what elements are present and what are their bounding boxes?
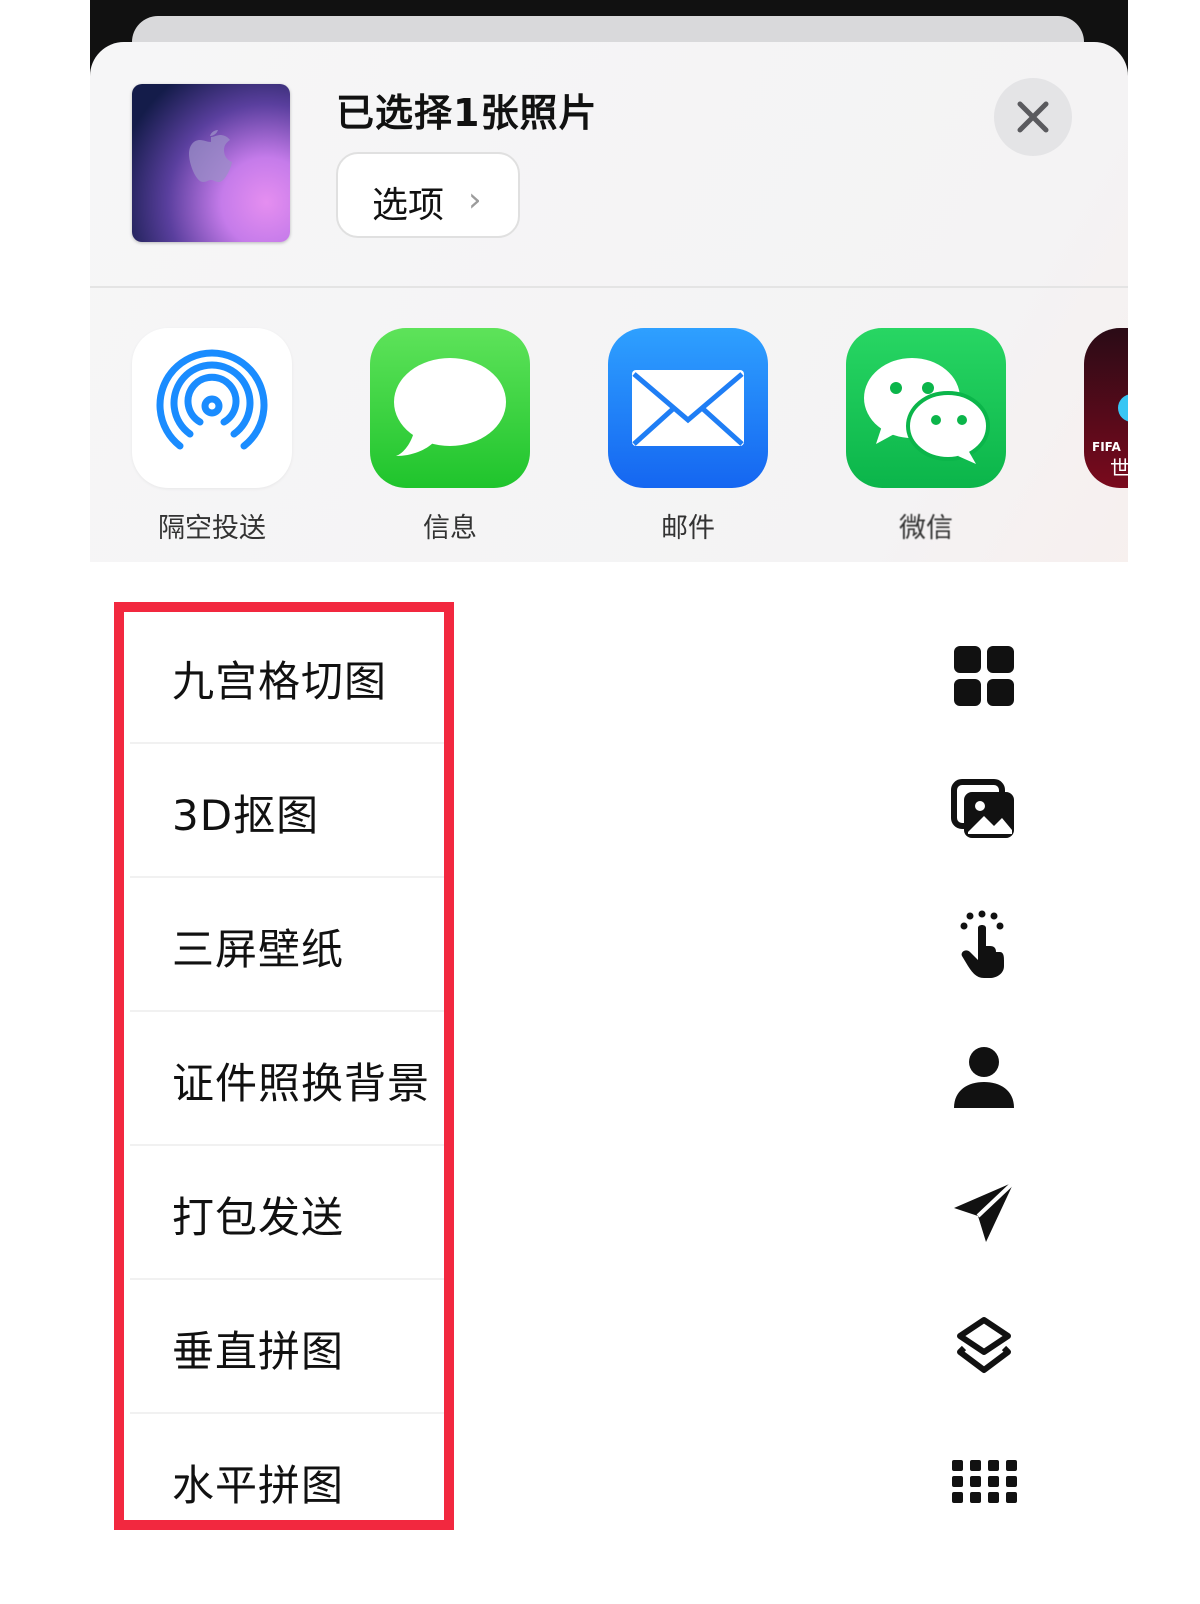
wechat-icon: [846, 328, 1006, 488]
close-icon: [1017, 101, 1049, 133]
photo-stack-icon: [951, 779, 1014, 838]
options-label: 选项: [372, 185, 445, 226]
app-label: 隔空投送: [158, 513, 266, 544]
app-mail[interactable]: 邮件: [608, 328, 768, 544]
app-wechat[interactable]: 微信: [846, 328, 1006, 544]
grid-2x2-icon: [954, 646, 1014, 706]
airdrop-icon: [132, 328, 292, 488]
layers-icon: [957, 1317, 1011, 1373]
dots-grid-icon: [952, 1460, 1017, 1503]
mail-icon: [608, 328, 768, 488]
app-label: 信息: [423, 513, 477, 544]
apple-logo-icon: [189, 130, 232, 182]
paper-plane-icon: [954, 1180, 1016, 1242]
app-label: 邮件: [661, 513, 715, 544]
close-button[interactable]: [994, 78, 1072, 156]
share-sheet-header: 已选择1张照片 选项 ›: [90, 42, 1128, 294]
chevron-right-icon: ›: [468, 180, 482, 220]
app-airdrop[interactable]: 隔空投送: [132, 328, 292, 544]
selection-title: 已选择1张照片: [336, 91, 598, 135]
fifa-app-icon: FIFA 世: [1084, 328, 1128, 488]
person-icon: [954, 1047, 1014, 1108]
red-highlight-box: [114, 602, 454, 1530]
messages-icon: [370, 328, 530, 488]
app-label: 微信: [899, 513, 953, 544]
hand-tap-icon: [960, 910, 1004, 978]
app-messages[interactable]: 信息: [370, 328, 530, 544]
photo-thumbnail[interactable]: [132, 84, 290, 242]
options-button[interactable]: 选项 ›: [336, 152, 520, 238]
header-divider: [90, 286, 1128, 288]
app-fifa[interactable]: FIFA 世: [1084, 328, 1128, 488]
